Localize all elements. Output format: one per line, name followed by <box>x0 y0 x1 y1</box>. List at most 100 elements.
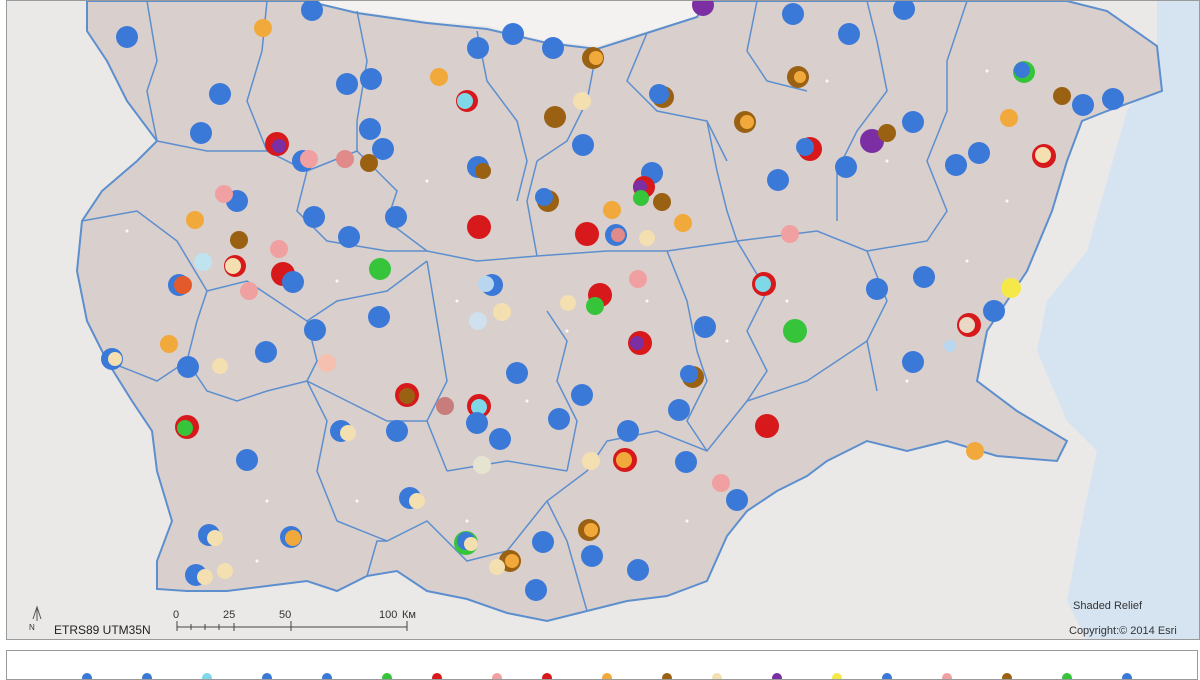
marker-orange <box>285 530 301 546</box>
scale-tick-100: 100 <box>379 609 398 621</box>
marker-cream <box>464 537 478 551</box>
marker-purple <box>272 139 286 153</box>
marker-blue <box>866 278 888 300</box>
marker-cream <box>212 358 228 374</box>
marker-blue <box>525 579 547 601</box>
marker-blue <box>1072 94 1094 116</box>
marker-cyan <box>194 253 212 271</box>
marker-blue <box>359 118 381 140</box>
marker-blue <box>338 226 360 248</box>
scale-tick-50: 50 <box>279 609 292 621</box>
marker-pink <box>436 397 454 415</box>
marker-brown <box>475 163 491 179</box>
marker-cream <box>1035 147 1051 163</box>
marker-cyan <box>457 93 473 109</box>
marker-blue <box>913 266 935 288</box>
marker-blue <box>838 23 860 45</box>
marker-orange <box>505 554 519 568</box>
marker-orange <box>254 19 272 37</box>
map-svg <box>32 1 1199 639</box>
marker-orange <box>966 442 984 460</box>
marker-orange <box>589 51 603 65</box>
marker-cream <box>959 317 975 333</box>
marker-brown <box>399 388 415 404</box>
scale-tick-25: 25 <box>223 609 236 621</box>
marker-blue <box>617 420 639 442</box>
marker-cream <box>582 452 600 470</box>
marker-cream <box>473 456 491 474</box>
marker-blue <box>668 399 690 421</box>
marker-red <box>467 215 491 239</box>
marker-red <box>174 276 192 294</box>
marker-blue <box>782 3 804 25</box>
marker-orange <box>603 201 621 219</box>
marker-red <box>755 414 779 438</box>
map-canvas[interactable]: N ETRS89 UTM35N 0 25 50 100 Км Shaded Re… <box>6 0 1200 640</box>
marker-brown <box>653 193 671 211</box>
marker-blue <box>983 300 1005 322</box>
north-arrow-graphic <box>32 605 42 621</box>
copyright-text: Copyright:© 2014 Esri <box>1069 625 1177 637</box>
marker-pink <box>611 228 625 242</box>
marker-cream <box>493 303 511 321</box>
marker-pink <box>336 150 354 168</box>
marker-pink <box>629 270 647 288</box>
marker-blue <box>467 37 489 59</box>
marker-blue <box>627 559 649 581</box>
marker-blue <box>304 319 326 341</box>
marker-cyan <box>478 276 494 292</box>
marker-pink <box>240 282 258 300</box>
marker-pink <box>781 225 799 243</box>
basemap-title: Shaded Relief <box>1073 600 1143 612</box>
marker-orange <box>616 452 632 468</box>
marker-green <box>586 297 604 315</box>
marker-brown <box>230 231 248 249</box>
marker-blue <box>535 188 553 206</box>
marker-blue <box>209 83 231 105</box>
legend-svg <box>82 673 1132 679</box>
marker-red <box>575 222 599 246</box>
marker-blue <box>385 206 407 228</box>
marker-pink <box>712 474 730 492</box>
marker-cream <box>489 559 505 575</box>
marker-orange <box>674 214 692 232</box>
marker-orange <box>1000 109 1018 127</box>
marker-blue <box>368 306 390 328</box>
marker-blue <box>968 142 990 164</box>
marker-blue <box>489 428 511 450</box>
marker-green <box>633 190 649 206</box>
marker-orange <box>740 115 754 129</box>
marker-blue <box>571 384 593 406</box>
marker-blue <box>680 365 698 383</box>
marker-orange <box>794 71 806 83</box>
marker-cream <box>108 352 122 366</box>
marker-blue <box>572 134 594 156</box>
marker-blue <box>649 84 669 104</box>
scale-bar <box>176 621 408 631</box>
marker-blue <box>506 362 528 384</box>
marker-yellow <box>1001 278 1021 298</box>
marker-blue <box>944 340 956 352</box>
marker-blue <box>360 68 382 90</box>
marker-orange <box>430 68 448 86</box>
marker-blue <box>236 449 258 471</box>
marker-cyan <box>755 276 771 292</box>
marker-blue <box>372 138 394 160</box>
marker-cream <box>340 425 356 441</box>
marker-cream <box>217 563 233 579</box>
marker-blue <box>542 37 564 59</box>
scale-tick-0: 0 <box>173 609 180 621</box>
legend-strip[interactable] <box>6 650 1198 680</box>
marker-blue <box>726 489 748 511</box>
legend-symbols <box>82 673 1132 679</box>
marker-blue <box>767 169 789 191</box>
crs-label: ETRS89 UTM35N <box>54 623 151 637</box>
marker-blue <box>902 351 924 373</box>
marker-orange <box>584 523 598 537</box>
marker-blue <box>336 73 358 95</box>
marker-brown <box>878 124 896 142</box>
marker-blue <box>386 420 408 442</box>
marker-blue <box>190 122 212 144</box>
marker-cream <box>409 493 425 509</box>
marker-blue <box>835 156 857 178</box>
